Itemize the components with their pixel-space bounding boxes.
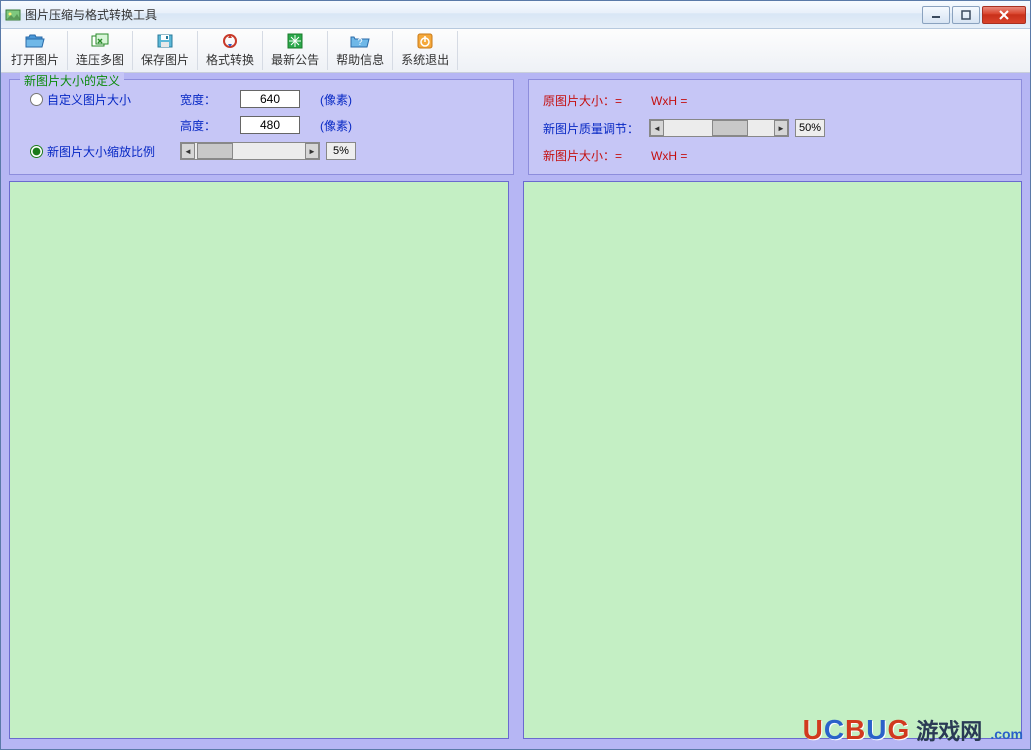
size-definition-panel: 新图片大小的定义 自定义图片大小 宽度： (像素) 高度： (像素) [9,79,514,175]
slider-track[interactable] [664,120,774,136]
new-size-label: 新图片大小：= [543,147,643,164]
original-size-label: 原图片大小：= [543,92,643,109]
height-label: 高度： [180,117,240,134]
settings-row: 新图片大小的定义 自定义图片大小 宽度： (像素) 高度： (像素) [9,79,1022,175]
folder-open-icon [25,33,45,49]
svg-text:?: ? [358,37,363,47]
minimize-button[interactable] [922,6,950,24]
toolbar-label: 连压多图 [76,51,124,68]
window-title: 图片压缩与格式转换工具 [25,6,922,23]
open-image-button[interactable]: 打开图片 [3,31,68,70]
app-icon [5,7,21,23]
close-button[interactable] [982,6,1026,24]
width-input[interactable] [240,90,300,108]
toolbar-label: 系统退出 [401,51,449,68]
toolbar-label: 打开图片 [11,51,59,68]
toolbar-label: 帮助信息 [336,51,384,68]
original-size-row: 原图片大小：= WxH = [543,92,1011,109]
quality-percent: 50% [795,119,825,137]
quality-label: 新图片质量调节： [543,120,643,137]
convert-icon [221,33,239,49]
batch-icon [91,33,109,49]
panel-legend: 新图片大小的定义 [20,72,124,89]
toolbar: 打开图片 连压多图 保存图片 格式转换 最新公告 ? 帮助信息 系统退出 [1,29,1030,73]
quality-slider[interactable]: ◄ ► [649,119,789,137]
content-area: 新图片大小的定义 自定义图片大小 宽度： (像素) 高度： (像素) [1,73,1030,749]
new-size-value: WxH = [651,149,687,163]
help-icon: ? [350,33,370,49]
scale-label: 新图片大小缩放比例 [47,143,155,160]
exit-button[interactable]: 系统退出 [393,31,458,70]
slider-left-arrow-icon[interactable]: ◄ [650,120,664,136]
power-icon [417,33,433,49]
maximize-button[interactable] [952,6,980,24]
result-image-box [523,181,1023,739]
source-image-box [9,181,509,739]
custom-size-label: 自定义图片大小 [47,91,131,108]
slider-track[interactable] [195,143,305,159]
format-convert-button[interactable]: 格式转换 [198,31,263,70]
image-preview-area [9,181,1022,739]
toolbar-label: 保存图片 [141,51,189,68]
slider-left-arrow-icon[interactable]: ◄ [181,143,195,159]
quality-panel: 原图片大小：= WxH = 新图片质量调节： ◄ ► 50% 新图片大小：= [528,79,1022,175]
titlebar: 图片压缩与格式转换工具 [1,1,1030,29]
custom-size-radio-row: 自定义图片大小 [30,91,180,108]
height-input[interactable] [240,116,300,134]
new-size-row: 新图片大小：= WxH = [543,147,1011,164]
help-button[interactable]: ? 帮助信息 [328,31,393,70]
scale-slider[interactable]: ◄ ► [180,142,320,160]
scale-percent: 5% [326,142,356,160]
toolbar-label: 最新公告 [271,51,319,68]
original-size-value: WxH = [651,94,687,108]
scale-radio-row: 新图片大小缩放比例 [30,143,180,160]
slider-thumb[interactable] [197,143,233,159]
scale-radio[interactable] [30,145,43,158]
save-image-button[interactable]: 保存图片 [133,31,198,70]
toolbar-label: 格式转换 [206,51,254,68]
news-button[interactable]: 最新公告 [263,31,328,70]
width-label: 宽度： [180,91,240,108]
news-icon [287,33,303,49]
slider-right-arrow-icon[interactable]: ► [305,143,319,159]
custom-size-radio[interactable] [30,93,43,106]
window-buttons [922,6,1026,24]
slider-thumb[interactable] [712,120,748,136]
height-unit: (像素) [320,117,380,134]
quality-slider-row: 新图片质量调节： ◄ ► 50% [543,119,1011,137]
app-window: 图片压缩与格式转换工具 打开图片 连压多图 保存图片 格式转换 最新公告 [0,0,1031,750]
batch-compress-button[interactable]: 连压多图 [68,31,133,70]
slider-right-arrow-icon[interactable]: ► [774,120,788,136]
save-icon [156,33,174,49]
width-unit: (像素) [320,91,380,108]
